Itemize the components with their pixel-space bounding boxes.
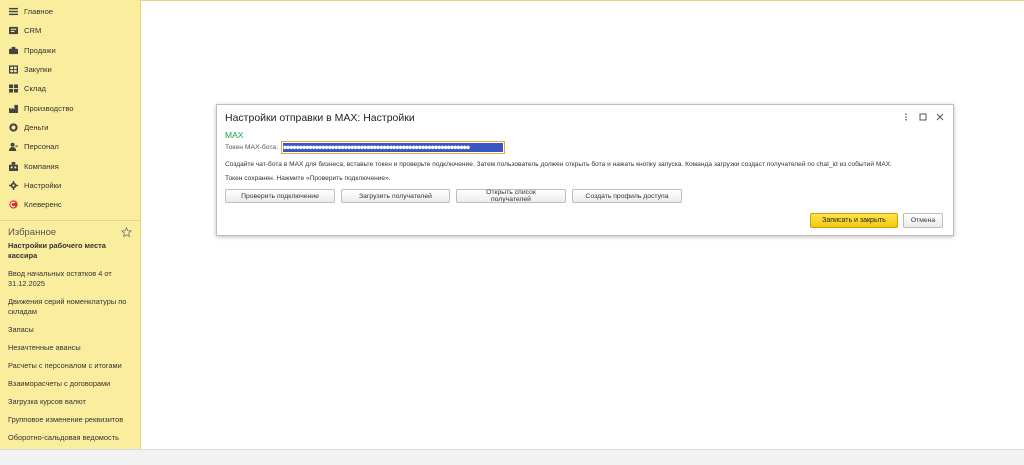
crm-icon <box>8 26 18 36</box>
action-buttons: Проверить подключение Загрузить получате… <box>225 189 682 203</box>
token-row: Токен MAX-бота: ●●●●●●●●●●●●●●●●●●●●●●●●… <box>225 141 506 154</box>
warehouse-icon <box>8 84 18 94</box>
sidebar-nav: Главное CRM Продажи Закупки Склад Произв… <box>0 0 140 214</box>
sales-icon <box>8 45 18 55</box>
favorites-list: Настройки рабочего места кассира Ввод на… <box>0 238 140 443</box>
sidebar-item-company[interactable]: Компания <box>0 156 140 175</box>
max-settings-dialog: Настройки отправки в MAX: Настройки MAX … <box>216 104 954 236</box>
sidebar-item-warehouse[interactable]: Склад <box>0 79 140 98</box>
sidebar-item-cleverence[interactable]: Клеверенс <box>0 195 140 214</box>
gear-icon <box>8 180 18 190</box>
sidebar-item-label: Деньги <box>24 122 49 132</box>
load-recipients-button[interactable]: Загрузить получателей <box>341 189 450 203</box>
sidebar-item-label: Продажи <box>24 45 56 55</box>
sidebar-item-label: Производство <box>24 103 74 113</box>
sidebar-item-label: CRM <box>24 26 42 36</box>
sidebar-item-label: Склад <box>24 84 46 94</box>
sidebar-item-label: Главное <box>24 7 54 17</box>
money-icon <box>8 122 18 132</box>
workspace-top-border <box>141 0 1024 1</box>
token-value: ●●●●●●●●●●●●●●●●●●●●●●●●●●●●●●●●●●●●●●●●… <box>283 143 504 152</box>
purchases-icon <box>8 65 18 75</box>
menu-icon <box>8 7 18 17</box>
status-message: Токен сохранен. Нажмите «Проверить подкл… <box>225 175 391 182</box>
close-icon[interactable] <box>935 112 945 122</box>
favorite-item[interactable]: Взаиморасчеты с договорами <box>8 379 132 389</box>
favorite-item[interactable]: Расчеты с персоналом с итогами <box>8 361 132 371</box>
sidebar-item-sales[interactable]: Продажи <box>0 41 140 60</box>
create-profile-button[interactable]: Создать профиль доступа <box>572 189 682 203</box>
token-input[interactable]: ●●●●●●●●●●●●●●●●●●●●●●●●●●●●●●●●●●●●●●●●… <box>281 141 506 154</box>
cancel-button[interactable]: Отмена <box>903 213 943 228</box>
maximize-icon[interactable] <box>918 112 928 122</box>
favorite-item[interactable]: Оборотно-сальдовая ведомость <box>8 433 132 443</box>
favorite-item[interactable]: Незачтенные авансы <box>8 343 132 353</box>
dialog-window-controls <box>901 112 945 122</box>
section-title: MAX <box>225 130 244 140</box>
sidebar-item-purchases[interactable]: Закупки <box>0 60 140 79</box>
star-icon[interactable] <box>121 227 132 238</box>
production-icon <box>8 103 18 113</box>
dialog-title: Настройки отправки в MAX: Настройки <box>225 112 415 124</box>
company-icon <box>8 161 18 171</box>
sidebar-item-label: Персонал <box>24 142 59 152</box>
favorite-item[interactable]: Настройки рабочего места кассира <box>8 241 132 261</box>
favorite-item[interactable]: Загрузка курсов валют <box>8 397 132 407</box>
sidebar-item-main[interactable]: Главное <box>0 2 140 21</box>
sidebar-item-label: Компания <box>24 161 59 171</box>
sidebar-item-label: Настройки <box>24 180 62 190</box>
favorite-item[interactable]: Запасы <box>8 325 132 335</box>
sidebar-item-money[interactable]: Деньги <box>0 118 140 137</box>
favorite-item[interactable]: Ввод начальных остатков 4 от 31.12.2025 <box>8 269 132 289</box>
help-text: Создайте чат-бота в MAX для бизнеса, вст… <box>225 161 892 168</box>
favorite-item[interactable]: Групповое изменение реквизитов <box>8 415 132 425</box>
sidebar-item-production[interactable]: Производство <box>0 98 140 117</box>
check-connection-button[interactable]: Проверить подключение <box>225 189 335 203</box>
sidebar-item-staff[interactable]: Персонал <box>0 137 140 156</box>
open-recipients-button[interactable]: Открыть список получателей <box>456 189 566 203</box>
favorites-title: Избранное <box>8 227 57 239</box>
save-close-button[interactable]: Записать и закрыть <box>810 213 898 228</box>
dialog-footer: Записать и закрыть Отмена <box>810 213 943 228</box>
favorite-item[interactable]: Движения серий номенклатуры по складам <box>8 297 132 317</box>
staff-icon <box>8 142 18 152</box>
favorites-header: Избранное <box>0 220 140 238</box>
status-bar <box>0 449 1024 465</box>
token-label: Токен MAX-бота: <box>225 144 279 151</box>
more-icon[interactable] <box>901 112 911 122</box>
sidebar-item-settings[interactable]: Настройки <box>0 176 140 195</box>
cleverence-icon <box>8 200 18 210</box>
sidebar-item-crm[interactable]: CRM <box>0 21 140 40</box>
sidebar-item-label: Закупки <box>24 65 52 75</box>
sidebar-item-label: Клеверенс <box>24 200 62 210</box>
sidebar: Главное CRM Продажи Закупки Склад Произв… <box>0 0 141 449</box>
